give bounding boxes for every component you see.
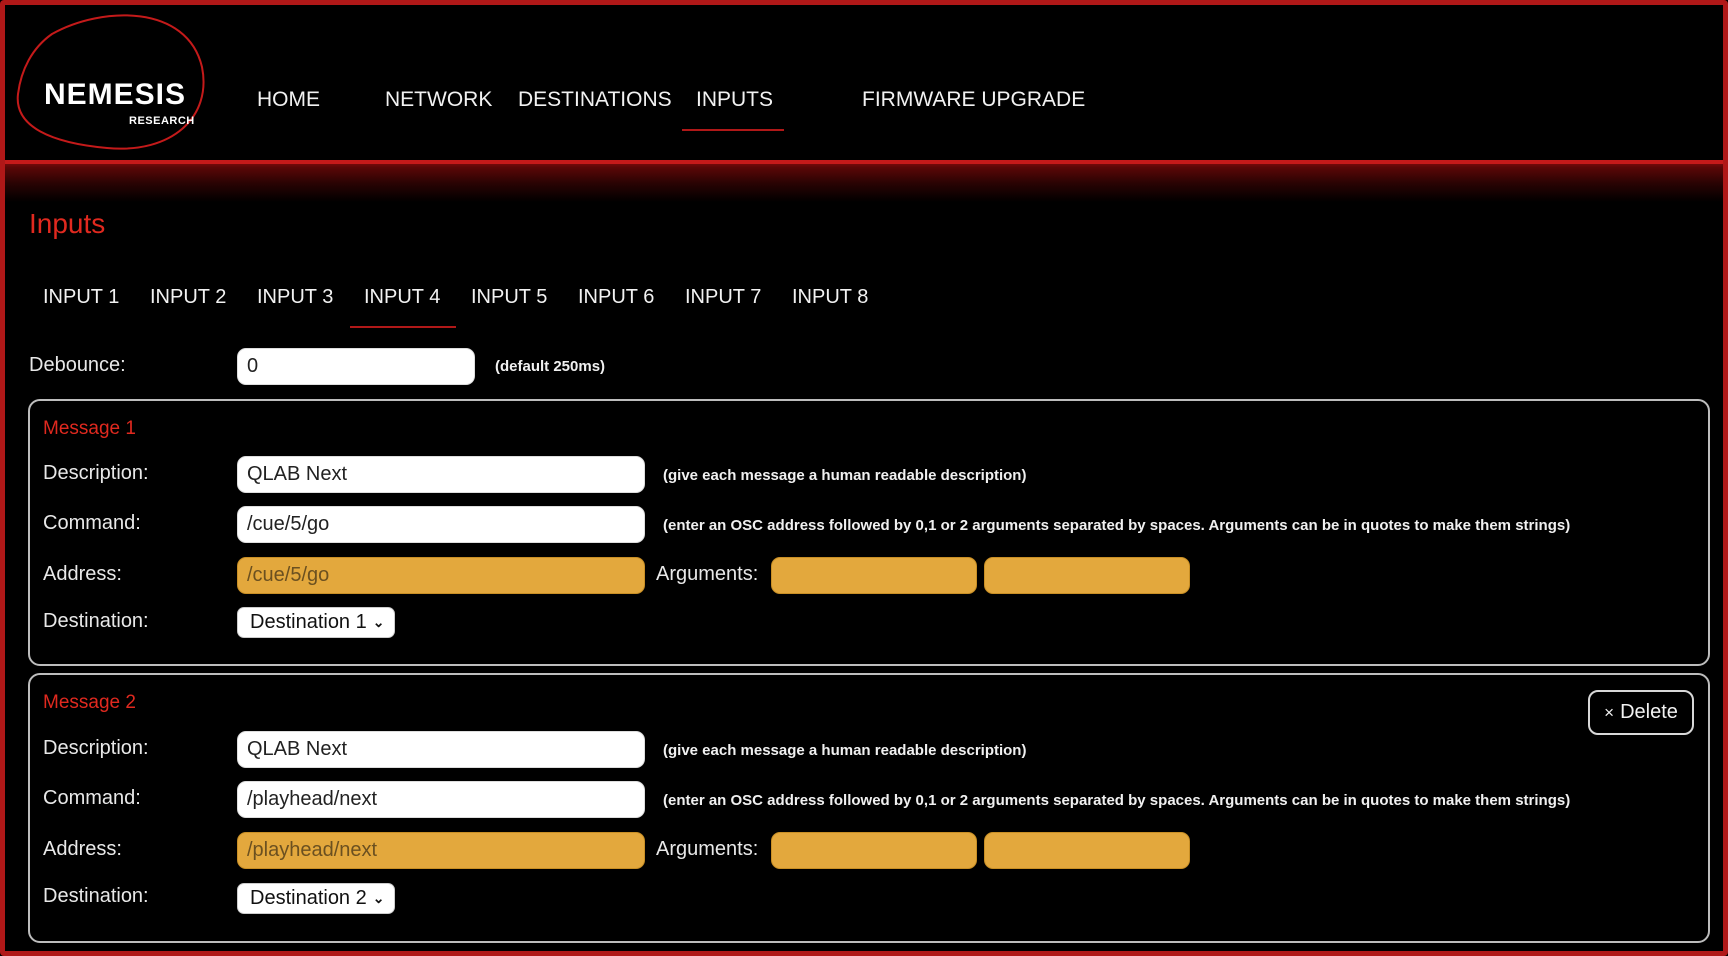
tab-input-6[interactable]: INPUT 6 — [578, 286, 654, 309]
message-1-address-label: Address: — [43, 563, 122, 585]
message-1-address-field — [237, 557, 645, 594]
nav-network[interactable]: NETWORK — [385, 88, 492, 112]
close-icon: × — [1604, 702, 1615, 722]
nav-inputs[interactable]: INPUTS — [696, 88, 773, 112]
message-1-argument-2-field — [984, 557, 1190, 594]
message-2-title: Message 2 — [43, 692, 136, 713]
message-2-destination-value: Destination 2 — [250, 887, 367, 909]
header — [5, 5, 1723, 163]
message-2-address-label: Address: — [43, 838, 122, 860]
message-1-description-hint: (give each message a human readable desc… — [663, 467, 1027, 484]
message-1-description-input[interactable] — [237, 456, 645, 493]
message-2-address-field — [237, 832, 645, 869]
message-2-command-label: Command: — [43, 787, 141, 809]
header-divider — [5, 160, 1723, 164]
tab-input-5[interactable]: INPUT 5 — [471, 286, 547, 309]
message-2-delete-button[interactable]: × Delete — [1588, 690, 1694, 735]
tab-input-3[interactable]: INPUT 3 — [257, 286, 333, 309]
message-2-description-hint: (give each message a human readable desc… — [663, 742, 1027, 759]
debounce-label: Debounce: — [29, 354, 126, 376]
brand-logo[interactable]: NEMESIS RESEARCH — [12, 12, 207, 150]
tab-active-indicator — [350, 326, 456, 328]
nav-firmware-upgrade[interactable]: FIRMWARE UPGRADE — [862, 88, 1085, 112]
page-title: Inputs — [29, 208, 106, 239]
message-1-command-input[interactable] — [237, 506, 645, 543]
brand-name: NEMESIS — [44, 78, 187, 111]
message-2-destination-select[interactable]: Destination 2 ⌄ — [237, 883, 395, 914]
tab-input-1[interactable]: INPUT 1 — [43, 286, 119, 309]
message-1-destination-value: Destination 1 — [250, 611, 367, 633]
nav-destinations[interactable]: DESTINATIONS — [518, 88, 672, 112]
message-1-arguments-label: Arguments: — [656, 563, 759, 585]
tab-input-4[interactable]: INPUT 4 — [364, 286, 440, 309]
delete-button-label: Delete — [1620, 701, 1678, 723]
message-1-command-label: Command: — [43, 512, 141, 534]
header-glow — [5, 160, 1723, 202]
message-2-description-label: Description: — [43, 737, 149, 759]
message-2-arguments-label: Arguments: — [656, 838, 759, 860]
message-2-destination-label: Destination: — [43, 885, 149, 907]
message-1-title: Message 1 — [43, 418, 136, 439]
tab-input-7[interactable]: INPUT 7 — [685, 286, 761, 309]
debounce-input[interactable] — [237, 348, 475, 385]
message-2-argument-1-field — [771, 832, 977, 869]
message-2-command-hint: (enter an OSC address followed by 0,1 or… — [663, 792, 1571, 809]
message-1-destination-select[interactable]: Destination 1 ⌄ — [237, 607, 395, 638]
message-1-argument-1-field — [771, 557, 977, 594]
chevron-down-icon: ⌄ — [372, 614, 385, 630]
debounce-hint: (default 250ms) — [495, 358, 606, 375]
chevron-down-icon: ⌄ — [372, 890, 385, 906]
tab-input-2[interactable]: INPUT 2 — [150, 286, 226, 309]
message-2-description-input[interactable] — [237, 731, 645, 768]
message-1-command-hint: (enter an OSC address followed by 0,1 or… — [663, 517, 1571, 534]
nav-home[interactable]: HOME — [257, 88, 320, 112]
message-1-destination-label: Destination: — [43, 610, 149, 632]
brand-subtitle: RESEARCH — [129, 115, 195, 127]
tab-input-8[interactable]: INPUT 8 — [792, 286, 868, 309]
nav-active-indicator — [682, 129, 784, 131]
message-2-command-input[interactable] — [237, 781, 645, 818]
message-2-argument-2-field — [984, 832, 1190, 869]
message-1-description-label: Description: — [43, 462, 149, 484]
